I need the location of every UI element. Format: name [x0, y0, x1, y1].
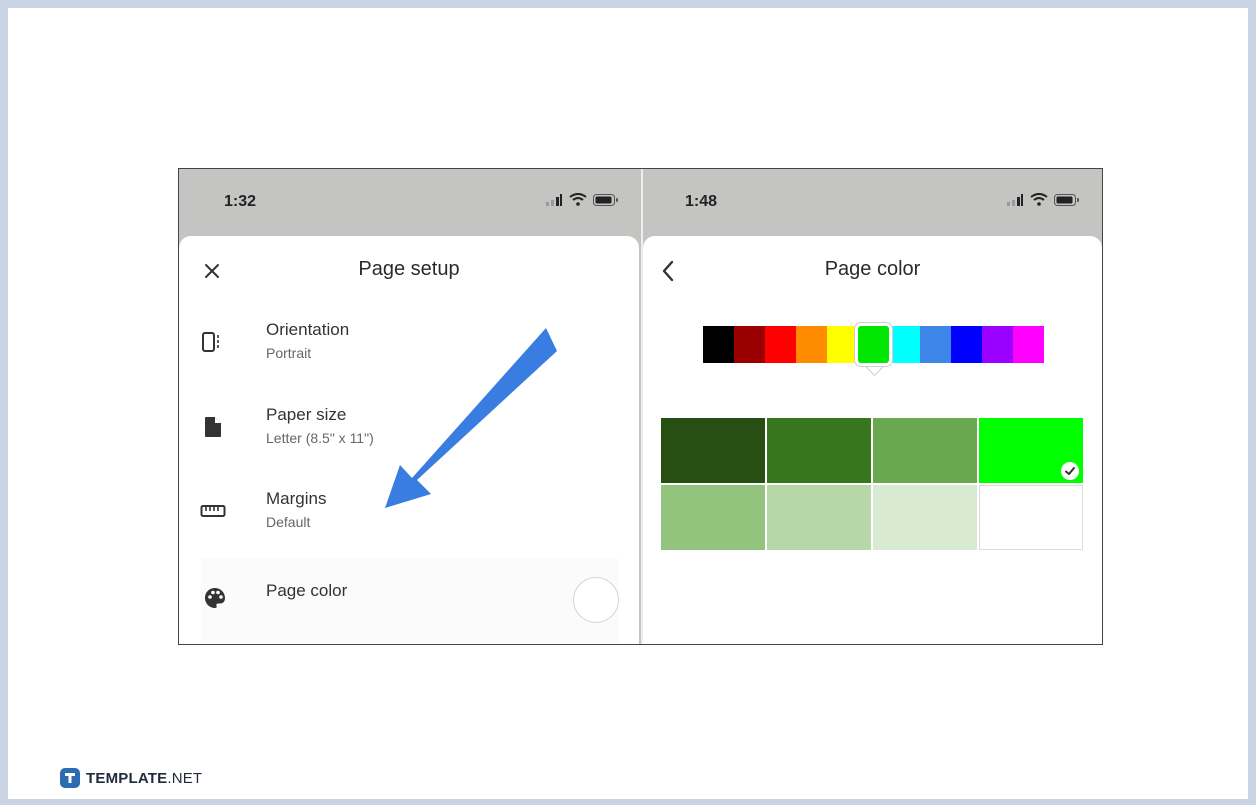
shade-swatch[interactable] [979, 418, 1083, 483]
margins-label: Margins [266, 489, 327, 508]
hue-swatch-row [703, 326, 1044, 363]
page-title: Page setup [358, 258, 460, 280]
hue-swatch[interactable] [858, 326, 889, 363]
hue-swatch[interactable] [982, 326, 1013, 363]
hue-swatch[interactable] [889, 326, 920, 363]
hue-swatch[interactable] [734, 326, 765, 363]
shade-swatch[interactable] [873, 418, 977, 483]
page-setup-screen: 1:32 Page setup Orientation Portrait Pap… [179, 169, 641, 644]
orientation-row[interactable]: Orientation Portrait [179, 310, 639, 380]
shade-swatch[interactable] [873, 485, 977, 550]
page-title: Page color [824, 258, 921, 280]
shade-grid [661, 418, 1083, 550]
page-color-row[interactable]: Page color [201, 558, 619, 644]
page-color-label: Page color [266, 581, 348, 600]
ruler-icon [200, 505, 226, 517]
hue-swatch[interactable] [703, 326, 734, 363]
margins-value: Default [266, 514, 311, 530]
status-bar: 1:32 [179, 169, 641, 235]
check-icon [1061, 462, 1079, 480]
template-logo-icon [60, 768, 80, 788]
hue-swatch[interactable] [796, 326, 827, 363]
palette-icon [205, 588, 225, 608]
paper-size-row[interactable]: Paper size Letter (8.5" x 11") [179, 395, 639, 465]
status-bar: 1:48 [643, 169, 1102, 235]
orientation-icon [202, 332, 219, 352]
brand-watermark: TEMPLATE.NET [60, 768, 202, 788]
hue-swatch[interactable] [765, 326, 796, 363]
hue-swatch[interactable] [951, 326, 982, 363]
status-time: 1:48 [685, 193, 718, 210]
wifi-icon [1030, 193, 1048, 206]
brand-suffix: .NET [167, 769, 203, 787]
hue-swatch[interactable] [1013, 326, 1044, 363]
screenshot-composite: 1:32 Page setup Orientation Portrait Pap… [178, 168, 1103, 645]
battery-icon [1054, 193, 1079, 206]
wifi-icon [569, 193, 587, 206]
orientation-label: Orientation [266, 320, 350, 339]
orientation-value: Portrait [266, 345, 312, 361]
shade-swatch[interactable] [979, 485, 1083, 550]
battery-icon [593, 193, 618, 206]
shade-swatch[interactable] [661, 418, 765, 483]
status-time: 1:32 [224, 193, 257, 210]
page-setup-sheet: Page setup Orientation Portrait Paper si… [179, 236, 639, 644]
shade-swatch[interactable] [661, 485, 765, 550]
page-frame: 1:32 Page setup Orientation Portrait Pap… [8, 8, 1248, 799]
page-color-preview[interactable] [573, 577, 619, 623]
paper-size-value: Letter (8.5" x 11") [266, 430, 374, 446]
brand-name: TEMPLATE [86, 769, 168, 787]
page-color-screen: 1:48 Page color [643, 169, 1102, 644]
page-color-sheet: Page color [643, 236, 1102, 644]
signal-icon [546, 193, 562, 206]
hue-swatch[interactable] [827, 326, 858, 363]
shade-swatch[interactable] [767, 485, 871, 550]
paper-size-label: Paper size [266, 405, 347, 424]
hue-swatch[interactable] [920, 326, 951, 363]
shade-swatch[interactable] [767, 418, 871, 483]
signal-icon [1007, 193, 1023, 206]
document-icon [205, 417, 221, 437]
margins-row[interactable]: Margins Default [179, 479, 639, 549]
